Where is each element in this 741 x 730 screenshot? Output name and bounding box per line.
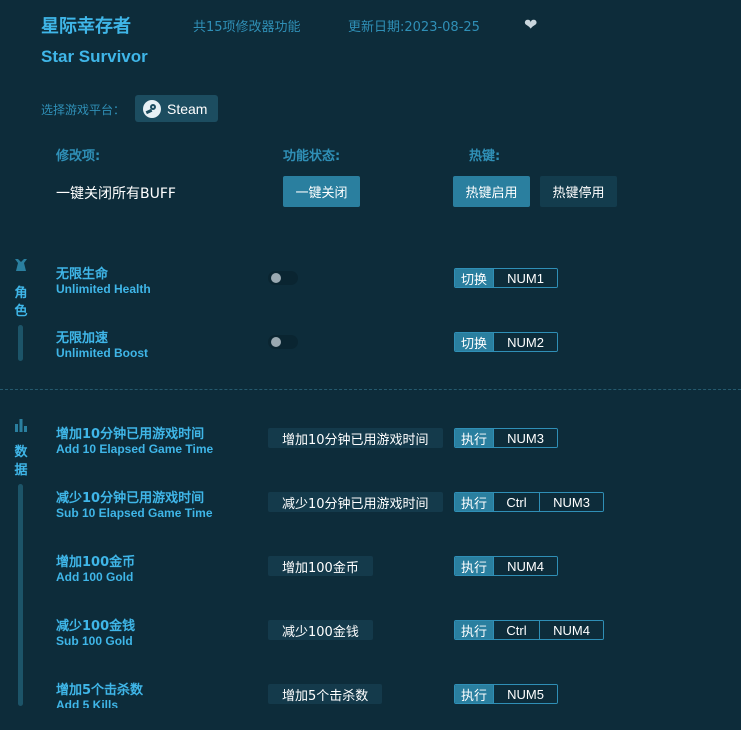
hotkey-type: 切换 (455, 269, 494, 287)
hotkey-key: NUM1 (493, 269, 558, 287)
unlimited-health-toggle[interactable] (268, 271, 298, 285)
item-name-en: Add 5 Kills (56, 698, 119, 708)
hotkey-enable-button[interactable]: 热键启用 (453, 176, 530, 207)
toggle-knob (271, 337, 281, 347)
hotkey-unlimited-health: 切换 NUM1 (454, 268, 559, 288)
column-header-hotkey: 热键: (469, 149, 501, 164)
data-bar-chart-icon (15, 419, 27, 432)
section-char: 色 (14, 304, 28, 319)
item-name-cn: 减少10分钟已用游戏时间 (56, 491, 205, 506)
section-label-data: 数 据 (14, 444, 28, 480)
game-title-en: Star Survivor (41, 47, 148, 66)
section-divider (0, 389, 741, 390)
steam-label: Steam (167, 100, 208, 117)
hotkey-type: 执行 (455, 429, 494, 447)
column-header-status: 功能状态: (283, 149, 341, 164)
section-scroll-bar (18, 484, 23, 706)
unlimited-boost-toggle[interactable] (268, 335, 298, 349)
toggle-knob (271, 273, 281, 283)
game-title-cn: 星际幸存者 (41, 16, 131, 37)
hotkey-key: NUM5 (493, 685, 558, 703)
add-100-gold-button[interactable]: 增加100金币 (268, 556, 373, 576)
hotkey-type: 执行 (455, 621, 494, 639)
column-header-item: 修改项: (56, 149, 101, 164)
update-date: 更新日期:2023-08-25 (348, 20, 480, 35)
section-char: 角 (14, 286, 28, 301)
hotkey-sub-100-gold: 执行 Ctrl NUM4 (454, 620, 605, 640)
section-char: 数 (14, 445, 28, 460)
hotkey-add-100-gold: 执行 NUM4 (454, 556, 559, 576)
item-name-en: Unlimited Boost (56, 346, 148, 360)
steam-platform-button[interactable]: Steam (135, 95, 218, 122)
hotkey-disable-button[interactable]: 热键停用 (540, 176, 617, 207)
hotkey-type: 切换 (455, 333, 494, 351)
add-10-min-button[interactable]: 增加10分钟已用游戏时间 (268, 428, 443, 448)
sub-100-gold-button[interactable]: 减少100金钱 (268, 620, 373, 640)
hotkey-key: NUM3 (493, 429, 558, 447)
item-name-en: Sub 10 Elapsed Game Time (56, 506, 213, 520)
heart-icon[interactable]: ❤ (524, 15, 537, 34)
hotkey-key: NUM4 (539, 621, 604, 639)
feature-count: 共15项修改器功能 (193, 20, 301, 35)
hotkey-key: NUM3 (539, 493, 604, 511)
sub-10-min-button[interactable]: 减少10分钟已用游戏时间 (268, 492, 443, 512)
hotkey-key: Ctrl (493, 493, 540, 511)
close-all-buff-label: 一键关闭所有BUFF (56, 186, 176, 202)
item-name-en: Unlimited Health (56, 282, 151, 296)
hotkey-add-5-kills: 执行 NUM5 (454, 684, 559, 704)
add-5-kills-button[interactable]: 增加5个击杀数 (268, 684, 383, 704)
section-scroll-bar (18, 325, 23, 361)
hotkey-unlimited-boost: 切换 NUM2 (454, 332, 559, 352)
hotkey-key: NUM4 (493, 557, 558, 575)
hotkey-key: Ctrl (493, 621, 540, 639)
section-char: 据 (14, 463, 28, 478)
item-name-cn: 增加5个击杀数 (56, 683, 144, 698)
item-name-cn: 增加100金币 (56, 555, 136, 570)
hotkey-sub-10-min: 执行 Ctrl NUM3 (454, 492, 605, 512)
hotkey-type: 执行 (455, 493, 494, 511)
hotkey-type: 执行 (455, 685, 494, 703)
item-name-cn: 减少100金钱 (56, 619, 136, 634)
item-name-en: Sub 100 Gold (56, 634, 133, 648)
platform-label: 选择游戏平台： (41, 103, 126, 117)
item-name-cn: 无限加速 (56, 331, 109, 346)
character-icon (15, 259, 27, 271)
hotkey-type: 执行 (455, 557, 494, 575)
steam-icon (143, 99, 161, 118)
hotkey-add-10-min: 执行 NUM3 (454, 428, 559, 448)
close-all-button[interactable]: 一键关闭 (283, 176, 360, 207)
item-name-en: Add 100 Gold (56, 570, 134, 584)
item-name-cn: 增加10分钟已用游戏时间 (56, 427, 205, 442)
hotkey-key: NUM2 (493, 333, 558, 351)
item-name-en: Add 10 Elapsed Game Time (56, 442, 214, 456)
item-name-cn: 无限生命 (56, 267, 109, 282)
section-label-character: 角 色 (14, 285, 28, 321)
